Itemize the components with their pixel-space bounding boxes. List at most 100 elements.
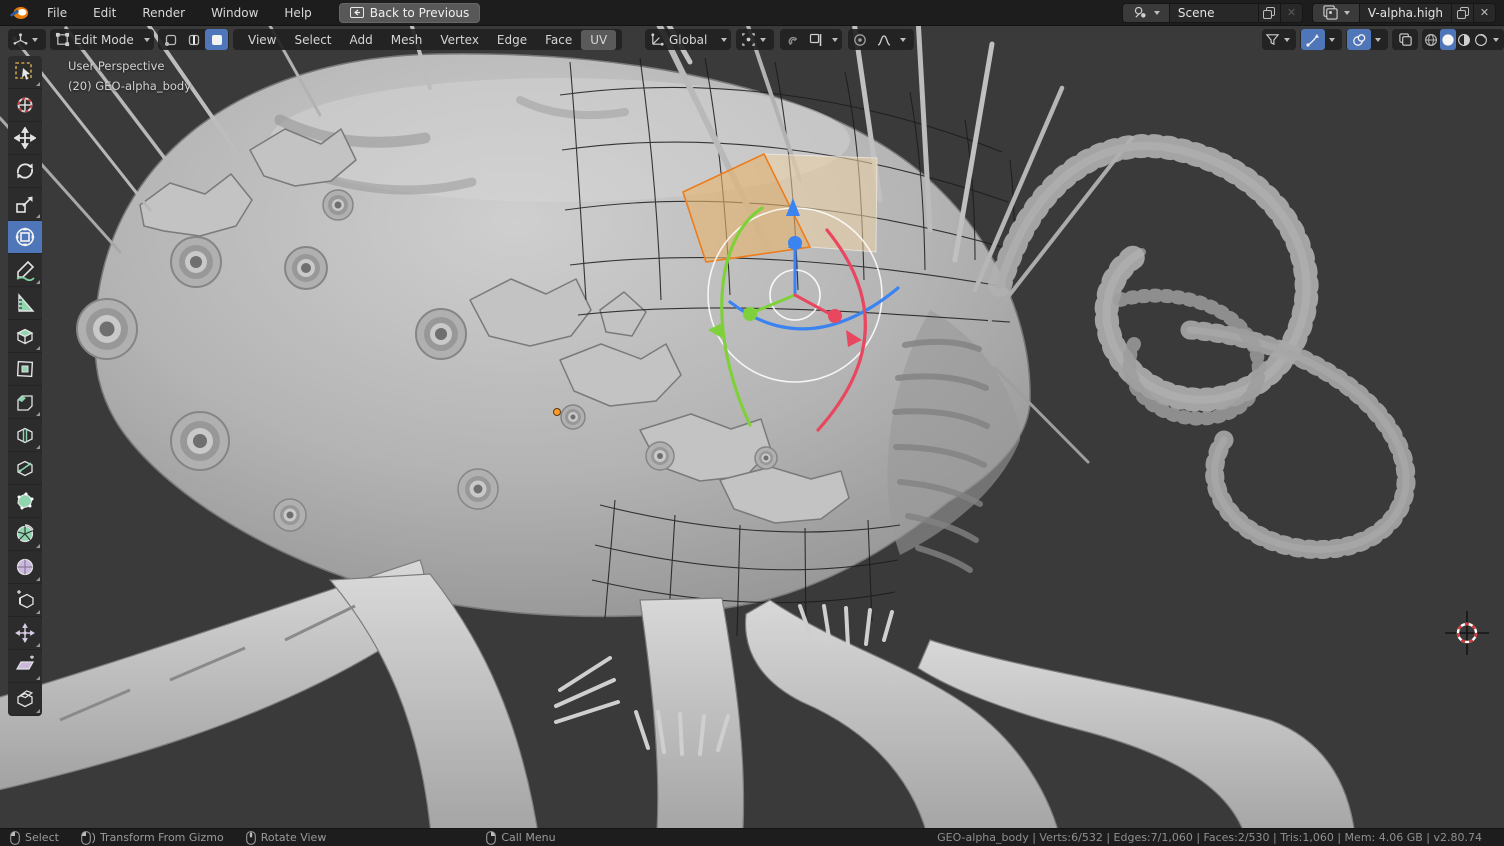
viewport-menus: View Select Add Mesh Vertex Edge Face UV [233, 29, 622, 50]
chevron-down-icon [832, 38, 838, 42]
tool-extrude-region[interactable] [8, 320, 42, 353]
orientation-axes-icon [650, 32, 665, 47]
chevron-down-icon [1284, 38, 1290, 42]
transform-orientation-dropdown[interactable]: Global [645, 29, 731, 50]
chevron-down-icon [1329, 38, 1335, 42]
select-mode-vertex-button[interactable] [159, 29, 182, 50]
select-mode-group [158, 29, 229, 50]
tool-measure[interactable] [8, 287, 42, 320]
proportional-falloff-dropdown[interactable] [872, 29, 896, 50]
menu-vertex[interactable]: Vertex [431, 30, 488, 50]
show-gizmo-toggle[interactable] [1301, 29, 1325, 50]
tool-transform[interactable] [8, 221, 42, 254]
menu-window[interactable]: Window [198, 2, 271, 24]
menu-edge[interactable]: Edge [488, 30, 536, 50]
viewport-header: Edit Mode View Select Add Mesh Vertex Ed [0, 29, 1504, 51]
scene-browse-button[interactable] [1123, 4, 1170, 22]
select-mode-face-button[interactable] [205, 29, 228, 50]
view-layer-selector[interactable]: V-alpha.high ✕ [1312, 3, 1496, 23]
menu-mesh[interactable]: Mesh [382, 30, 432, 50]
menu-help[interactable]: Help [271, 2, 324, 24]
tool-shrink-fatten[interactable] [8, 617, 42, 650]
pivot-point-dropdown[interactable] [736, 29, 774, 50]
tool-rip-region[interactable] [8, 683, 42, 716]
tool-knife[interactable] [8, 452, 42, 485]
material-sphere-icon [1457, 33, 1471, 47]
chevron-down-icon [760, 38, 766, 42]
scene-selector[interactable]: Scene ✕ [1122, 3, 1303, 23]
tool-scale[interactable] [8, 188, 42, 221]
shading-wireframe-button[interactable] [1423, 29, 1440, 50]
proportional-edit-group [848, 29, 914, 50]
snap-toggle-button[interactable] [780, 29, 804, 50]
menu-uv[interactable]: UV [581, 30, 616, 50]
gizmo-axis-x-handle[interactable] [828, 309, 842, 323]
shading-solid-button[interactable] [1440, 29, 1457, 50]
gizmo-axis-y-handle[interactable] [743, 307, 757, 321]
view-layer-remove-button[interactable]: ✕ [1473, 4, 1495, 22]
edge-select-icon [187, 33, 201, 47]
face-select-icon [210, 33, 224, 47]
back-to-previous-button[interactable]: Back to Previous [339, 3, 481, 23]
tool-edge-slide[interactable] [8, 584, 42, 617]
duplicate-icon [1457, 7, 1469, 19]
shading-material-button[interactable] [1456, 29, 1473, 50]
gizmo-axis-z-handle[interactable] [788, 236, 802, 250]
vertex-select-icon [164, 33, 178, 47]
scene-name[interactable]: Scene [1170, 6, 1258, 20]
mouse-right-icon [486, 831, 496, 845]
chevron-down-icon [1154, 11, 1160, 15]
menu-render[interactable]: Render [129, 2, 198, 24]
tool-select-box[interactable] [8, 56, 42, 89]
viewport-canvas[interactable] [0, 0, 1504, 846]
tool-spin[interactable] [8, 518, 42, 551]
tool-inset-faces[interactable] [8, 353, 42, 386]
xray-icon [1398, 32, 1413, 47]
viewport-info-text: User Perspective (20) GEO-alpha_body [68, 56, 191, 96]
snap-increment-icon [809, 33, 823, 47]
hint-label: Call Menu [501, 831, 555, 844]
wireframe-sphere-icon [1424, 33, 1438, 47]
select-mode-edge-button[interactable] [182, 29, 205, 50]
view-layer-new-copy-button[interactable] [1451, 4, 1473, 22]
editor-type-button[interactable] [8, 29, 46, 50]
shading-rendered-button[interactable] [1473, 29, 1490, 50]
tool-bevel[interactable] [8, 386, 42, 419]
menu-select[interactable]: Select [285, 30, 340, 50]
overlays-icon [1352, 33, 1366, 47]
tool-annotate[interactable] [8, 254, 42, 287]
tool-cursor[interactable] [8, 89, 42, 122]
show-overlays-group [1346, 29, 1388, 50]
menu-file[interactable]: File [34, 2, 80, 24]
tool-smooth[interactable] [8, 551, 42, 584]
scene-statistics: GEO-alpha_body | Verts:6/532 | Edges:7/1… [937, 831, 1482, 844]
show-overlays-toggle[interactable] [1347, 29, 1371, 50]
menu-add[interactable]: Add [341, 30, 382, 50]
mouse-left-drag-icon [81, 831, 95, 845]
mode-label: Edit Mode [70, 33, 138, 47]
menu-edit[interactable]: Edit [80, 2, 129, 24]
active-object-text: (20) GEO-alpha_body [68, 76, 191, 96]
snap-target-dropdown[interactable] [804, 29, 828, 50]
hint-label: Rotate View [261, 831, 327, 844]
hint-transform-from-gizmo: Transform From Gizmo [81, 831, 224, 845]
tool-shear[interactable] [8, 650, 42, 683]
proportional-edit-toggle[interactable] [848, 29, 872, 50]
menu-face[interactable]: Face [536, 30, 581, 50]
chevron-down-icon [900, 38, 906, 42]
tool-loop-cut[interactable] [8, 419, 42, 452]
blender-logo-icon [8, 5, 30, 21]
tool-poly-build[interactable] [8, 485, 42, 518]
mode-dropdown[interactable]: Edit Mode [50, 29, 154, 50]
tool-rotate[interactable] [8, 155, 42, 188]
magnet-icon [785, 33, 799, 47]
scene-new-copy-button[interactable] [1258, 4, 1280, 22]
object-visibility-dropdown[interactable] [1262, 29, 1296, 50]
view-layer-browse-button[interactable] [1313, 4, 1360, 22]
menu-view[interactable]: View [239, 30, 285, 50]
tool-move[interactable] [8, 122, 42, 155]
xray-toggle[interactable] [1392, 29, 1418, 50]
back-screen-icon [350, 7, 364, 18]
view-layer-icon [1323, 5, 1338, 20]
view-layer-name[interactable]: V-alpha.high [1360, 6, 1451, 20]
